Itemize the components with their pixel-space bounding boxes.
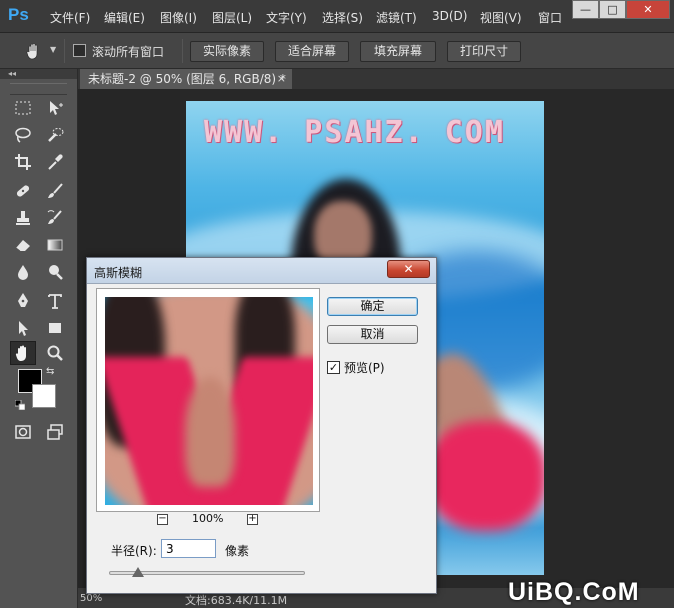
marquee-tool-icon[interactable] xyxy=(10,96,36,120)
toolbox-grip[interactable] xyxy=(10,83,67,95)
scroll-all-windows-label: 滚动所有窗口 xyxy=(92,45,165,59)
screen-mode-icon[interactable] xyxy=(42,420,68,444)
preview-skin-center xyxy=(185,377,235,487)
menu-filter[interactable]: 滤镜(T) xyxy=(376,9,417,26)
background-color-swatch[interactable] xyxy=(32,384,56,408)
menu-layer[interactable]: 图层(L) xyxy=(212,9,252,26)
zoom-in-button[interactable]: + xyxy=(247,514,258,525)
radius-input[interactable] xyxy=(161,539,216,558)
document-status-text: 文档:683.4K/11.1M xyxy=(185,594,288,607)
hand-tool-icon[interactable] xyxy=(10,341,36,365)
swap-colors-icon[interactable]: ⇆ xyxy=(46,366,54,377)
fit-screen-button[interactable]: 适合屏幕 xyxy=(275,41,349,62)
zoom-readout[interactable]: 50% xyxy=(80,593,102,604)
history-brush-tool-icon[interactable] xyxy=(42,206,68,230)
toolbox: ◂◂ ⇆ xyxy=(0,69,78,608)
divider xyxy=(182,39,183,63)
site-logo: UiBQ.CoM xyxy=(508,578,640,606)
quick-selection-tool-icon[interactable] xyxy=(42,123,68,147)
close-window-button[interactable]: ✕ xyxy=(626,0,670,19)
quick-mask-icon[interactable] xyxy=(10,420,36,444)
maximize-button[interactable]: □ xyxy=(599,0,626,19)
ok-button[interactable]: 确定 xyxy=(327,297,418,316)
document-tab[interactable]: 未标题-2 @ 50% (图层 6, RGB/8) * × xyxy=(80,69,292,89)
crop-tool-icon[interactable] xyxy=(10,150,36,174)
menu-file[interactable]: 文件(F) xyxy=(50,9,90,26)
eraser-tool-icon[interactable] xyxy=(10,233,36,257)
default-colors-icon[interactable] xyxy=(14,399,26,411)
actual-pixels-button[interactable]: 实际像素 xyxy=(190,41,264,62)
gradient-tool-icon[interactable] xyxy=(42,233,68,257)
menu-edit[interactable]: 编辑(E) xyxy=(104,9,145,26)
document-tab-title: 未标题-2 @ 50% (图层 6, RGB/8) * xyxy=(88,72,286,86)
dodge-tool-icon[interactable] xyxy=(42,260,68,284)
preview-label: 预览(P) xyxy=(344,361,385,375)
dialog-title-bar[interactable]: 高斯模糊 ✕ xyxy=(87,258,436,284)
menu-image[interactable]: 图像(I) xyxy=(160,9,197,26)
cancel-button[interactable]: 取消 xyxy=(327,325,418,344)
filter-preview[interactable] xyxy=(96,288,320,512)
healing-brush-tool-icon[interactable] xyxy=(10,179,36,203)
photo-swimsuit xyxy=(426,421,544,531)
zoom-tool-icon[interactable] xyxy=(42,341,68,365)
path-selection-tool-icon[interactable] xyxy=(10,316,36,340)
gaussian-blur-dialog: 高斯模糊 ✕ − 100% + 半径(R): 像素 确定 取消 ✓ 预览(P) xyxy=(86,257,437,594)
radius-label: 半径(R): xyxy=(111,544,157,558)
radius-slider-thumb[interactable] xyxy=(132,567,145,577)
menu-3d[interactable]: 3D(D) xyxy=(432,9,467,23)
type-tool-icon[interactable] xyxy=(42,289,68,313)
menu-type[interactable]: 文字(Y) xyxy=(266,9,307,26)
preview-checkbox[interactable]: ✓ xyxy=(327,361,340,374)
zoom-out-button[interactable]: − xyxy=(157,514,168,525)
divider xyxy=(64,39,65,63)
fill-screen-button[interactable]: 填充屏幕 xyxy=(360,41,436,62)
menu-bar: Ps 文件(F) 编辑(E) 图像(I) 图层(L) 文字(Y) 选择(S) 滤… xyxy=(0,0,674,33)
dialog-title: 高斯模糊 xyxy=(94,266,143,280)
pen-tool-icon[interactable] xyxy=(10,289,36,313)
toolbox-collapse-button[interactable]: ◂◂ xyxy=(0,69,77,79)
lasso-tool-icon[interactable] xyxy=(10,123,36,147)
rectangle-tool-icon[interactable] xyxy=(42,316,68,340)
preview-zoom-level: 100% xyxy=(192,512,224,525)
photoshop-logo: Ps xyxy=(8,5,29,24)
blur-tool-icon[interactable] xyxy=(10,260,36,284)
menu-select[interactable]: 选择(S) xyxy=(322,9,363,26)
hand-tool-preset-icon[interactable] xyxy=(24,41,46,61)
window-controls: — □ ✕ xyxy=(572,0,670,20)
scroll-all-windows-checkbox[interactable] xyxy=(73,44,86,57)
radius-unit: 像素 xyxy=(225,544,250,558)
print-size-button[interactable]: 打印尺寸 xyxy=(447,41,521,62)
menu-window[interactable]: 窗口 xyxy=(538,9,562,26)
image-watermark: WWW. PSAHZ. COM xyxy=(204,115,505,150)
tab-close-icon[interactable]: × xyxy=(277,69,286,89)
eyedropper-tool-icon[interactable] xyxy=(42,150,68,174)
move-tool-icon[interactable] xyxy=(42,96,68,120)
document-tab-strip: 未标题-2 @ 50% (图层 6, RGB/8) * × xyxy=(78,69,674,89)
menu-view[interactable]: 视图(V) xyxy=(480,9,522,26)
preview-image[interactable] xyxy=(105,297,313,505)
brush-tool-icon[interactable] xyxy=(42,179,68,203)
minimize-button[interactable]: — xyxy=(572,0,599,19)
dialog-close-button[interactable]: ✕ xyxy=(387,260,430,278)
preset-dropdown-icon[interactable]: ▼ xyxy=(50,45,56,54)
clone-stamp-tool-icon[interactable] xyxy=(10,206,36,230)
options-bar: ▼ 滚动所有窗口 实际像素 适合屏幕 填充屏幕 打印尺寸 xyxy=(0,33,674,69)
